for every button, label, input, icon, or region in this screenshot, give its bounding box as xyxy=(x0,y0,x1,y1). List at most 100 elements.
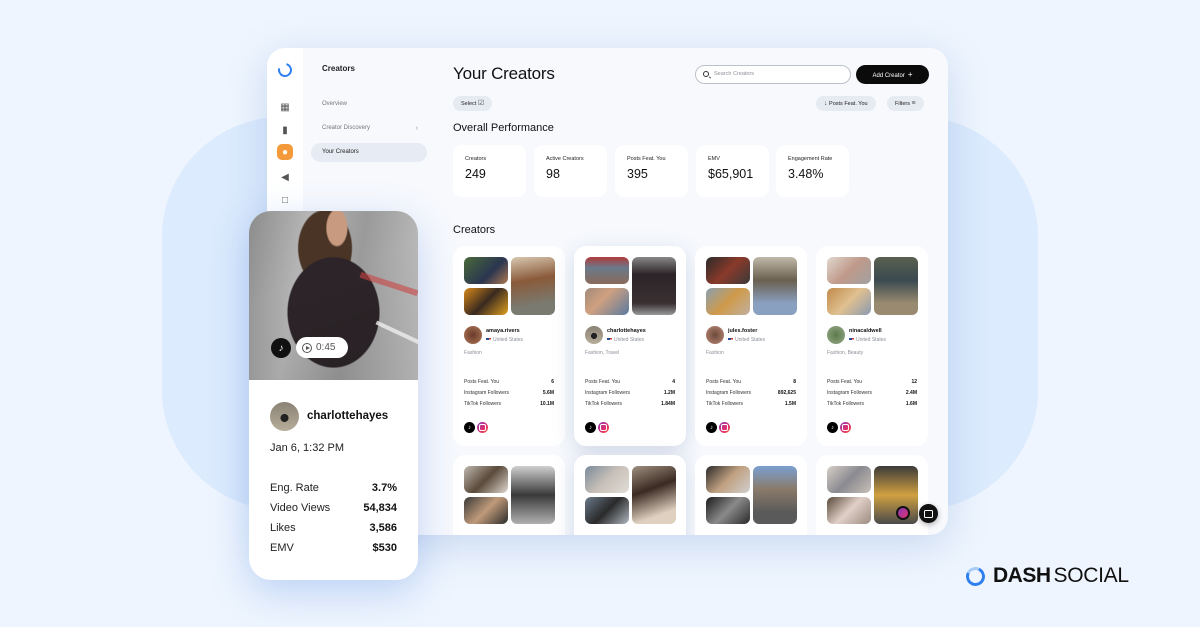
post-thumbnail[interactable] xyxy=(464,497,508,524)
sort-button[interactable]: ↓ Posts Feat. You xyxy=(816,96,876,111)
post-thumbnail[interactable] xyxy=(827,497,871,524)
post-thumbnail[interactable] xyxy=(632,466,676,524)
post-thumbnail[interactable] xyxy=(753,466,797,524)
stat-value: 3.7% xyxy=(371,482,397,494)
tiktok-icon[interactable]: ♪ xyxy=(585,422,596,433)
stat-row: Posts Feat. You 12 xyxy=(827,379,917,390)
post-thumbnail[interactable] xyxy=(464,288,508,315)
filters-button[interactable]: Filters ≡ xyxy=(887,96,924,111)
creator-card[interactable]: jules.foster United States Fashion Posts… xyxy=(695,246,807,446)
us-flag-icon xyxy=(486,337,491,342)
story-icon[interactable] xyxy=(896,506,910,520)
creator-card[interactable]: ninacaldwell United States Fashion, Beau… xyxy=(816,246,928,446)
post-thumbnail[interactable] xyxy=(827,288,871,315)
stat-row: Instagram Followers 5.6M xyxy=(464,390,554,401)
tiktok-icon[interactable]: ♪ xyxy=(464,422,475,433)
subnav-item-your-creators[interactable]: Your Creators xyxy=(311,143,427,162)
add-creator-button[interactable]: Add Creator + xyxy=(856,65,929,84)
post-thumbnail[interactable] xyxy=(511,257,555,315)
stat-value: 12 xyxy=(911,379,917,385)
post-thumbnail[interactable] xyxy=(464,466,508,493)
post-thumbnail[interactable] xyxy=(511,466,555,524)
post-thumbnail[interactable] xyxy=(585,288,629,315)
avatar xyxy=(270,402,299,431)
stat-row: Instagram Followers 892,625 xyxy=(706,390,796,401)
stat-label: Instagram Followers xyxy=(827,390,873,396)
stat-label: TikTok Followers xyxy=(464,401,502,407)
post-date: Jan 6, 1:32 PM xyxy=(270,442,344,454)
subnav-label: Overview xyxy=(322,101,348,107)
creator-card[interactable]: charlottehayes United States Fashion, Tr… xyxy=(574,246,686,446)
analytics-icon[interactable]: ▮ xyxy=(278,123,292,137)
post-thumbnail[interactable] xyxy=(585,497,629,524)
post-thumbnail[interactable] xyxy=(706,497,750,524)
creator-tags: Fashion, Travel xyxy=(585,350,620,356)
filter-icon: ≡ xyxy=(911,100,916,107)
creator-card[interactable] xyxy=(695,455,807,535)
post-thumbnail[interactable] xyxy=(874,257,918,315)
tiktok-icon[interactable]: ♪ xyxy=(827,422,838,433)
brand-name-light: SOCIAL xyxy=(1053,564,1130,587)
creator-handle[interactable]: amaya.rivers xyxy=(486,328,520,334)
creator-handle[interactable]: charlottehayes xyxy=(607,328,646,334)
dashboard-icon[interactable]: ▦ xyxy=(278,100,292,114)
subnav-item-overview[interactable]: Overview xyxy=(311,95,427,114)
avatar xyxy=(464,326,482,344)
creator-handle[interactable]: jules.foster xyxy=(728,328,757,334)
post-author-handle[interactable]: charlottehayes xyxy=(307,410,388,422)
logo-icon[interactable] xyxy=(275,60,295,80)
post-thumbnail[interactable] xyxy=(706,288,750,315)
stat-label: Posts Feat. You xyxy=(706,379,742,385)
stat-value: 892,625 xyxy=(777,390,796,396)
overall-performance-title: Overall Performance xyxy=(453,122,554,134)
creator-handle[interactable]: ninacaldwell xyxy=(849,328,882,334)
social-icons: ♪ xyxy=(706,422,730,433)
stat-row: Eng. Rate 3.7% xyxy=(270,482,397,502)
search-input[interactable]: Search Creators xyxy=(695,65,851,84)
creator-card[interactable] xyxy=(453,455,565,535)
subnav-item-creator-discovery[interactable]: Creator Discovery › xyxy=(311,119,427,138)
post-thumbnail[interactable] xyxy=(585,257,629,284)
post-preview-card[interactable]: ♪ 0:45 charlottehayes Jan 6, 1:32 PM Eng… xyxy=(249,211,418,580)
post-thumbnail[interactable] xyxy=(706,257,750,284)
search-icon xyxy=(703,71,709,77)
creator-stats: Posts Feat. You 6 Instagram Followers 5.6M… xyxy=(464,379,554,412)
chat-button[interactable] xyxy=(919,504,938,523)
stat-label: Posts Feat. You xyxy=(627,156,666,162)
instagram-icon[interactable] xyxy=(598,422,609,433)
creator-card[interactable]: amaya.rivers United States Fashion Posts… xyxy=(453,246,565,446)
post-thumbnail[interactable] xyxy=(706,466,750,493)
post-thumbnail[interactable] xyxy=(585,466,629,493)
creator-card[interactable] xyxy=(574,455,686,535)
stat-value: 1.84M xyxy=(661,401,675,407)
dash-social-logo-icon xyxy=(963,563,988,589)
stat-value: 1.5M xyxy=(784,401,796,407)
post-thumbnail[interactable] xyxy=(753,257,797,315)
country-label: United States xyxy=(856,337,887,343)
post-thumbnail[interactable] xyxy=(827,257,871,284)
brand-name-bold: DASH xyxy=(993,564,1051,587)
creators-icon[interactable]: ● xyxy=(277,144,293,160)
us-flag-icon xyxy=(607,337,612,342)
photo-grid xyxy=(827,257,918,315)
instagram-icon[interactable] xyxy=(840,422,851,433)
stat-label: Posts Feat. You xyxy=(827,379,863,385)
creator-card[interactable] xyxy=(816,455,928,535)
stat-value: 3,586 xyxy=(369,522,397,534)
country-label: United States xyxy=(493,337,524,343)
creators-section-title: Creators xyxy=(453,224,496,236)
video-duration[interactable]: 0:45 xyxy=(296,337,348,358)
instagram-icon[interactable] xyxy=(477,422,488,433)
post-thumbnail[interactable] xyxy=(632,257,676,315)
creator-location: United States xyxy=(728,337,765,343)
post-thumbnail[interactable] xyxy=(827,466,871,493)
messages-icon[interactable]: □ xyxy=(278,193,292,207)
creator-stats: Posts Feat. You 8 Instagram Followers 892,… xyxy=(706,379,796,412)
instagram-icon[interactable] xyxy=(719,422,730,433)
post-thumbnail[interactable] xyxy=(464,257,508,284)
campaigns-icon[interactable]: ◀ xyxy=(278,170,292,184)
select-button[interactable]: Select ☑ xyxy=(453,96,493,111)
stat-row: TikTok Followers 1.5M xyxy=(706,401,796,412)
creator-location: United States xyxy=(849,337,886,343)
tiktok-icon[interactable]: ♪ xyxy=(706,422,717,433)
